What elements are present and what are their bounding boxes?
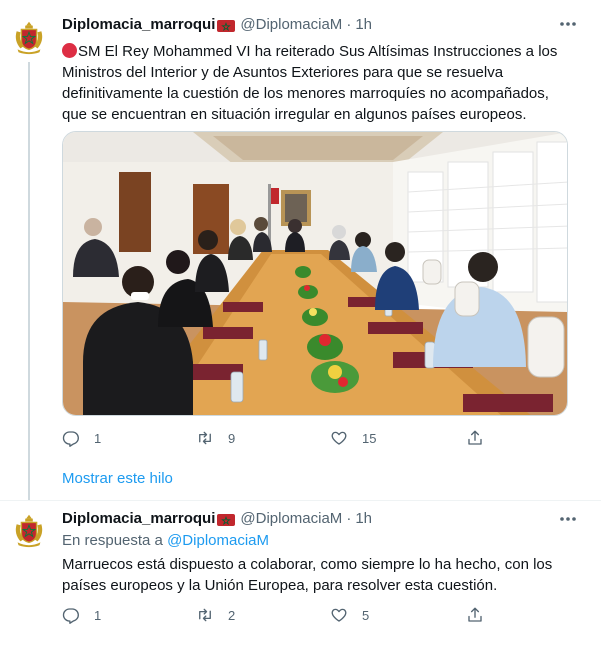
more-options-button[interactable] — [555, 509, 581, 529]
author-name[interactable]: Diplomacia_marroqui — [62, 16, 215, 33]
tweet-body: SM El Rey Mohammed VI ha reiterado Sus A… — [62, 43, 558, 123]
tweet-header: Diplomacia_marroqui @DiplomaciaM · 1h — [62, 510, 372, 527]
share-button[interactable] — [466, 427, 484, 449]
tweet-photo[interactable] — [62, 131, 568, 416]
morocco-flag-icon — [217, 20, 235, 32]
share-button[interactable] — [466, 604, 484, 626]
like-count: 5 — [362, 607, 370, 623]
reply-button[interactable]: 1 — [62, 427, 101, 449]
avatar[interactable] — [10, 511, 48, 549]
share-icon — [468, 607, 482, 622]
show-thread-link[interactable]: Mostrar este hilo — [62, 470, 173, 487]
red-circle-icon — [62, 43, 77, 58]
separator-dot: · — [346, 16, 352, 33]
more-options-button[interactable] — [555, 14, 581, 34]
share-icon — [468, 430, 482, 445]
tweet-text: SM El Rey Mohammed VI ha reiterado Sus A… — [62, 41, 577, 125]
reply-button[interactable]: 1 — [62, 604, 101, 626]
meeting-photo — [63, 132, 567, 415]
retweet-button[interactable]: 2 — [196, 604, 235, 626]
retweet-count: 2 — [228, 607, 236, 623]
coat-of-arms-icon — [10, 511, 48, 549]
author-handle[interactable]: @DiplomaciaM — [240, 16, 342, 33]
retweet-count: 9 — [228, 430, 236, 446]
avatar[interactable] — [10, 18, 48, 56]
reply-to-handle-link[interactable]: @DiplomaciaM — [167, 532, 269, 549]
reply-icon — [62, 431, 79, 447]
timestamp[interactable]: 1h — [355, 510, 372, 527]
retweet-icon — [199, 608, 211, 622]
heart-icon — [331, 431, 347, 445]
separator-dot: · — [346, 510, 352, 527]
tweet-header: Diplomacia_marroqui @DiplomaciaM · 1h — [62, 16, 372, 33]
author-handle[interactable]: @DiplomaciaM — [240, 510, 342, 527]
action-bar: 1 9 15 — [62, 427, 502, 449]
reply-prefix: En respuesta a — [62, 532, 163, 549]
reply-count: 1 — [94, 430, 102, 446]
reply-context: En respuesta a @DiplomaciaM — [62, 532, 269, 549]
action-bar: 1 2 5 — [62, 604, 502, 626]
tweet[interactable]: Diplomacia_marroqui @DiplomaciaM · 1h En… — [0, 500, 601, 645]
morocco-flag-icon — [217, 514, 235, 526]
tweet-text: Marruecos está dispuesto a colaborar, co… — [62, 556, 553, 594]
timestamp[interactable]: 1h — [355, 16, 372, 33]
retweet-button[interactable]: 9 — [196, 427, 235, 449]
like-button[interactable]: 5 — [330, 604, 369, 626]
like-button[interactable]: 15 — [330, 427, 376, 449]
more-dots-icon — [560, 517, 576, 521]
author-name[interactable]: Diplomacia_marroqui — [62, 510, 215, 527]
heart-icon — [331, 608, 347, 622]
coat-of-arms-icon — [10, 18, 48, 56]
reply-icon — [62, 608, 79, 624]
like-count: 15 — [362, 430, 377, 446]
reply-count: 1 — [94, 607, 102, 623]
tweet[interactable]: Diplomacia_marroqui @DiplomaciaM · 1h SM… — [0, 0, 601, 500]
more-dots-icon — [560, 22, 576, 26]
retweet-icon — [199, 431, 211, 445]
thread-line — [28, 62, 30, 500]
